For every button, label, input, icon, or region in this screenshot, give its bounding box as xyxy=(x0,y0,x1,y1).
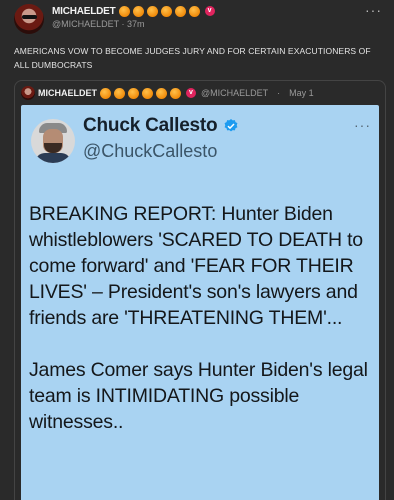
verified-check-icon xyxy=(225,119,238,132)
emoji-badge-icon xyxy=(142,87,153,99)
emoji-badge-icon xyxy=(174,5,186,17)
emoji-badge-icon xyxy=(114,87,125,99)
emoji-badge-icon xyxy=(146,5,158,17)
verified-badge-icon: v xyxy=(204,6,215,16)
card-author-name: Chuck Callesto xyxy=(83,115,218,136)
card-avatar xyxy=(31,119,75,163)
author-line: MICHAELDET v xyxy=(52,5,215,17)
emoji-badge-icon xyxy=(160,5,172,17)
card-author-handle: @ChuckCallesto xyxy=(83,141,218,161)
emoji-badge-icon xyxy=(132,5,144,17)
post-time[interactable]: 37m xyxy=(127,19,145,29)
card-paragraph-2: James Comer says Hunter Biden's legal te… xyxy=(29,359,368,433)
verified-badge-icon: v xyxy=(186,88,196,98)
post-text: AMERICANS VOW TO BECOME JUDGES JURY AND … xyxy=(14,46,371,70)
emoji-badge-icon xyxy=(128,87,139,99)
screenshot-card[interactable]: Chuck Callesto @ChuckCallesto ··· BREAKI… xyxy=(21,105,379,500)
quoted-author-avatar[interactable] xyxy=(21,86,35,100)
emoji-badge-icon xyxy=(188,5,200,17)
author-handle[interactable]: @MICHAELDET xyxy=(52,19,119,29)
quoted-post-date-separator: · xyxy=(277,88,281,98)
quoted-post-date[interactable]: May 1 xyxy=(289,88,314,98)
emoji-badge-icon xyxy=(100,87,111,99)
emoji-badge-icon xyxy=(118,5,130,17)
separator-dot: · xyxy=(121,19,125,29)
more-options-button[interactable]: ··· xyxy=(365,2,382,18)
emoji-badge-icon xyxy=(170,87,181,99)
author-handle-line: @MICHAELDET · 37m xyxy=(52,19,145,29)
card-body-text: BREAKING REPORT: Hunter Biden whistleblo… xyxy=(29,201,379,435)
emoji-badge-icon xyxy=(156,87,167,99)
post-header: MICHAELDET v @MICHAELDET · 37m ··· xyxy=(14,2,384,34)
quoted-author-name[interactable]: MICHAELDET xyxy=(38,88,97,98)
quoted-post-header: MICHAELDET v @MICHAELDET · May 1 xyxy=(21,85,314,101)
quoted-post[interactable]: MICHAELDET v @MICHAELDET · May 1 Chuck C… xyxy=(14,80,386,500)
card-paragraph-1: BREAKING REPORT: Hunter Biden whistleblo… xyxy=(29,203,363,329)
author-name[interactable]: MICHAELDET xyxy=(52,6,116,17)
card-name-row: Chuck Callesto xyxy=(83,115,239,137)
quoted-author-handle[interactable]: @MICHAELDET xyxy=(201,88,268,98)
author-avatar[interactable] xyxy=(14,4,44,34)
card-more-icon: ··· xyxy=(354,117,371,133)
